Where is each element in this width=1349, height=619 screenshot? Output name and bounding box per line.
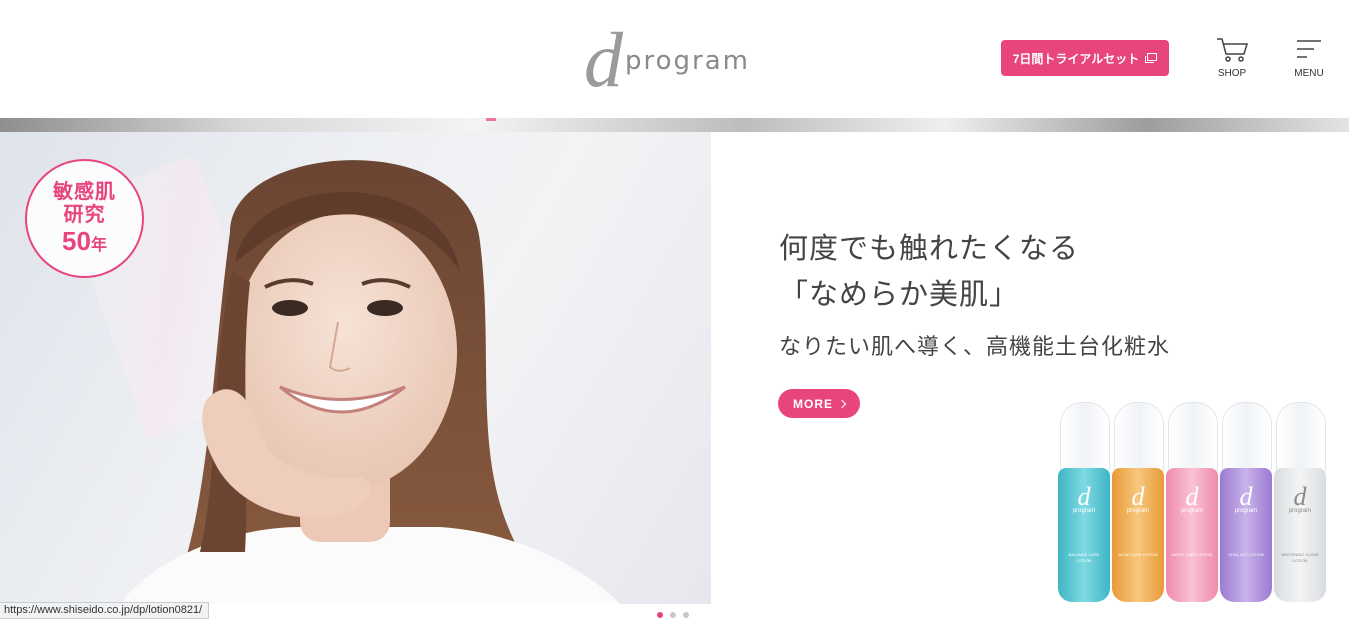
carousel-dot[interactable] (657, 612, 663, 618)
bottle-logo-word: program (1180, 508, 1204, 514)
badge-line2: 研究 (63, 203, 106, 226)
bottle-logo-word: program (1126, 508, 1150, 514)
shop-button[interactable]: SHOP (1207, 36, 1257, 86)
band-accent (486, 118, 496, 121)
bottle-label: VITAL ACT LOTION (1228, 552, 1264, 557)
product-lineup[interactable]: d program BALANCE CARE LOTION d program … (1058, 402, 1328, 607)
carousel-dot[interactable] (670, 612, 676, 618)
bottle-logo-word: program (1234, 508, 1258, 514)
silver-divider (0, 118, 1349, 132)
bottle-cap (1168, 402, 1218, 474)
bottle-label: WHITENING CLEAR LOTION (1281, 552, 1319, 563)
menu-label: MENU (1294, 68, 1324, 79)
bottle-label: MOIST CARE LOTION (1171, 552, 1213, 557)
menu-button[interactable]: MENU (1284, 36, 1334, 86)
hero-title-line2: 「なめらか美肌」 (779, 279, 1020, 311)
product-bottle[interactable]: d program VITAL ACT LOTION (1220, 402, 1272, 602)
badge-years: 50 (62, 225, 91, 256)
product-bottle[interactable]: d program BALANCE CARE LOTION (1058, 402, 1110, 602)
bottle-logo-word: program (1288, 508, 1312, 514)
site-header: d program 7日間トライアルセット SHOP MENU (0, 0, 1349, 118)
carousel-indicator (657, 612, 689, 618)
bottle-cap (1222, 402, 1272, 474)
cart-icon (1217, 38, 1249, 62)
product-bottle[interactable]: d program MOIST CARE LOTION (1166, 402, 1218, 602)
logo-mark: d (584, 16, 623, 103)
hero-title: 何度でも触れたくなる 「なめらか美肌」 (779, 226, 1079, 318)
bottle-cap (1060, 402, 1110, 474)
bottle-label: ACNE CARE LOTION (1118, 552, 1158, 557)
external-link-icon (1145, 53, 1158, 63)
d-program-logo[interactable]: d program (584, 16, 774, 103)
badge-unit: 年 (90, 236, 107, 254)
shop-label: SHOP (1217, 68, 1247, 79)
hero-title-line1: 何度でも触れたくなる (779, 233, 1080, 265)
hamburger-icon (1297, 40, 1321, 58)
bottle-cap (1276, 402, 1326, 474)
bottle-logo-word: program (1072, 508, 1096, 514)
bottle-cap (1114, 402, 1164, 474)
logo-wordmark: program (625, 46, 750, 76)
trial-set-button[interactable]: 7日間トライアルセット (1001, 40, 1169, 76)
bottle-label: BALANCE CARE LOTION (1068, 552, 1100, 563)
badge-line3: 50年 (62, 225, 107, 257)
status-bar-url: https://www.shiseido.co.jp/dp/lotion0821… (0, 602, 210, 619)
product-bottle[interactable]: d program WHITENING CLEAR LOTION (1274, 402, 1326, 602)
carousel-dot[interactable] (683, 612, 689, 618)
trial-set-label: 7日間トライアルセット (1012, 51, 1140, 66)
badge-line1: 敏感肌 (53, 180, 116, 203)
chevron-right-icon (837, 399, 847, 408)
hero-subtitle: なりたい肌へ導く、高機能土台化粧水 (779, 334, 1171, 359)
more-label: MORE (793, 396, 833, 411)
research-50-years-badge: 敏感肌 研究 50年 (25, 159, 144, 278)
product-bottle[interactable]: d program ACNE CARE LOTION (1112, 402, 1164, 602)
more-button[interactable]: MORE (778, 389, 860, 418)
